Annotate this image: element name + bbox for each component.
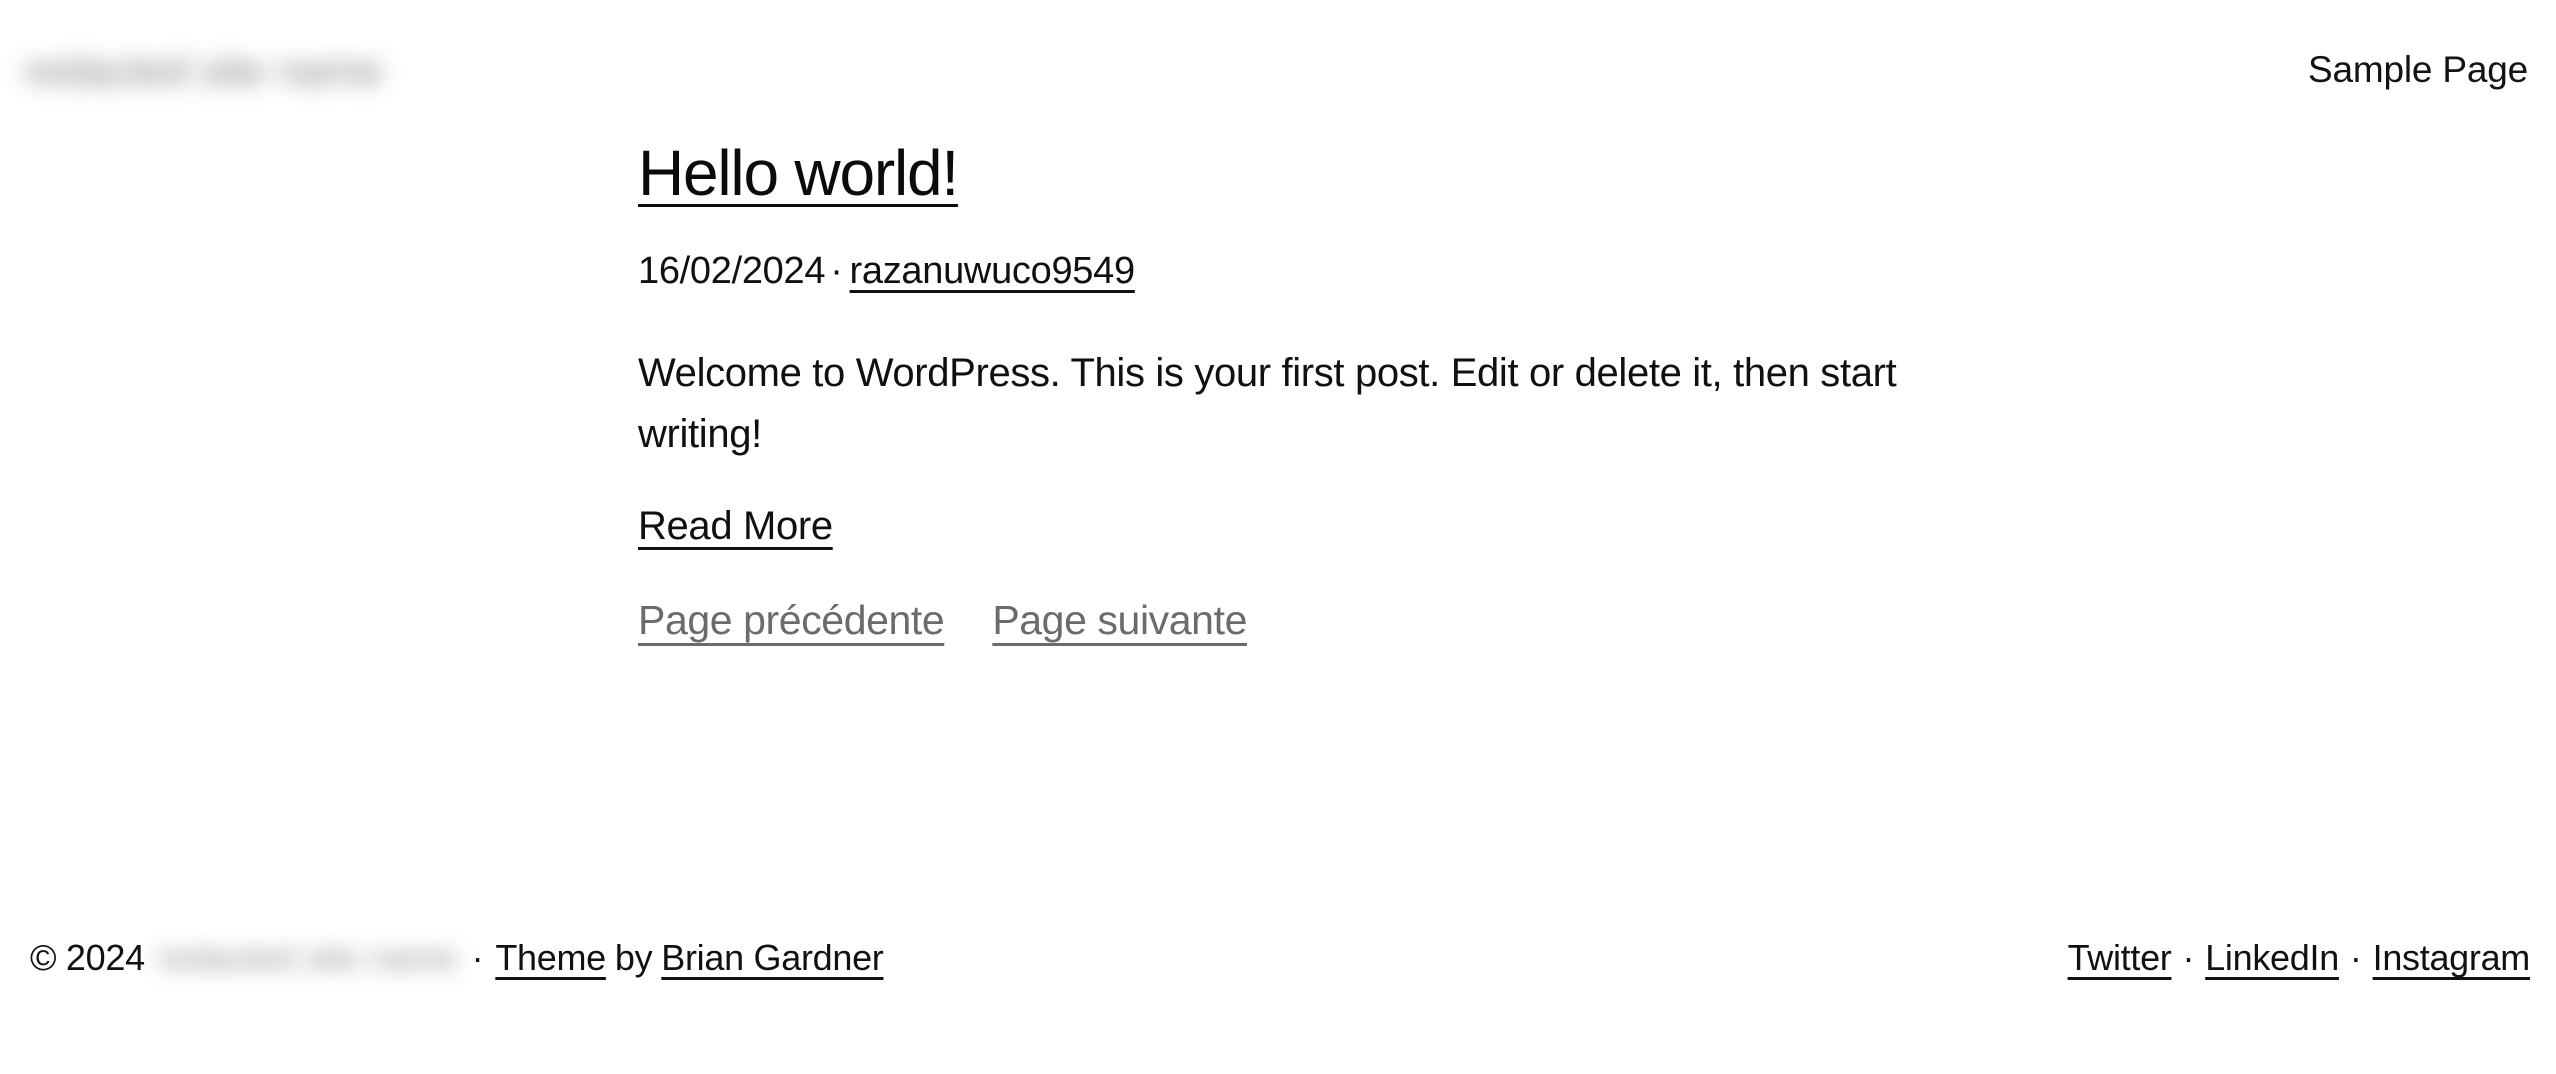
main-content: Hello world! 16/02/2024 · razanuwuco9549 W…: [638, 137, 1928, 644]
post-title-link[interactable]: Hello world!: [638, 137, 959, 209]
site-header: redacted site name Sample Page: [0, 0, 2556, 140]
social-link-twitter[interactable]: Twitter: [2068, 937, 2172, 979]
post-author-link[interactable]: razanuwuco9549: [850, 250, 1136, 292]
social-link-instagram[interactable]: Instagram: [2373, 937, 2531, 979]
pagination-next-link[interactable]: Page suivante: [992, 597, 1247, 644]
footer-credit: © 2024 redacted site name · Theme by Bri…: [30, 937, 884, 979]
social-link-linkedin[interactable]: LinkedIn: [2205, 937, 2339, 979]
footer-by-label: by: [614, 937, 653, 978]
footer-social-links: Twitter · LinkedIn · Instagram: [2068, 937, 2531, 979]
footer-theme-link[interactable]: Theme: [495, 937, 606, 979]
pagination-previous-link[interactable]: Page précédente: [638, 597, 945, 644]
site-footer: © 2024 redacted site name · Theme by Bri…: [0, 894, 2556, 1074]
post-date: 16/02/2024: [638, 250, 826, 293]
footer-site-name-redacted: redacted site name: [156, 937, 458, 978]
social-separator-1: ·: [2182, 937, 2195, 978]
footer-theme-author-link[interactable]: Brian Gardner: [661, 937, 884, 979]
primary-navigation: Sample Page: [2308, 49, 2528, 91]
post-article: Hello world! 16/02/2024 · razanuwuco9549 W…: [638, 137, 1928, 549]
page-root: redacted site name Sample Page Hello wor…: [0, 0, 2556, 1074]
posts-pagination: Page précédente Page suivante: [638, 597, 1928, 644]
meta-separator: ·: [830, 250, 843, 293]
footer-copyright: © 2024: [30, 937, 145, 978]
post-meta: 16/02/2024 · razanuwuco9549: [638, 249, 1928, 295]
post-excerpt: Welcome to WordPress. This is your first…: [638, 350, 1897, 456]
social-separator-2: ·: [2349, 937, 2362, 978]
post-title: Hello world!: [638, 137, 1928, 209]
read-more-link[interactable]: Read More: [638, 504, 833, 548]
read-more-wrapper: Read More: [638, 504, 1928, 549]
site-title-redacted[interactable]: redacted site name: [24, 48, 383, 96]
nav-link-sample-page[interactable]: Sample Page: [2308, 49, 2528, 91]
footer-separator: ·: [471, 937, 484, 978]
